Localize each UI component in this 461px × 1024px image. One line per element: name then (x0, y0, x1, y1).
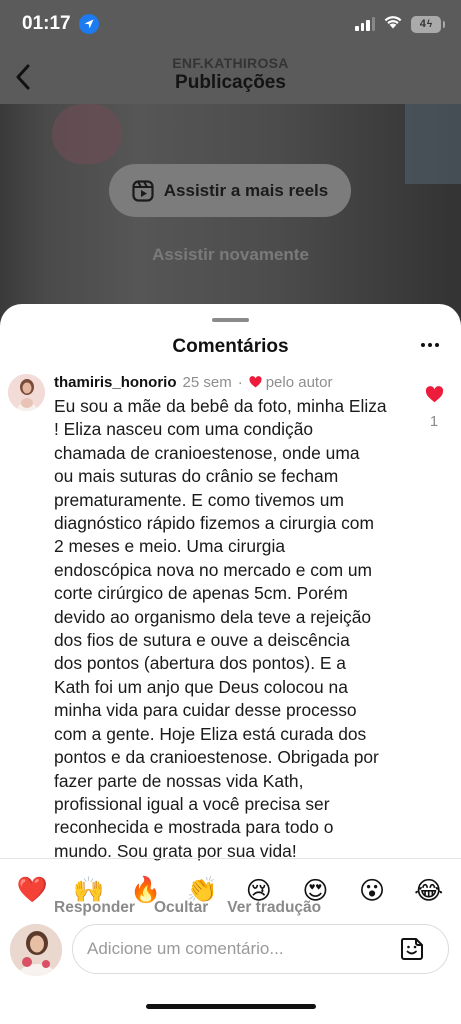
account-name: ENF.KATHIROSA (172, 55, 289, 71)
comment-line: chamada de cranioestenose, onde uma (54, 442, 360, 463)
comment-input[interactable] (87, 925, 387, 973)
comment-line: corte cirúrgico de apenas 5cm. Porém (54, 583, 348, 604)
sticker-icon[interactable] (399, 936, 425, 962)
reel-video-detail (405, 104, 461, 184)
emoji-clapping-hands[interactable]: 👏 (182, 875, 222, 905)
status-bar: 01:17 4ϟ (0, 0, 461, 48)
comment-line: 2 meses e meio. Uma cirurgia (54, 536, 285, 557)
comment-line: minha vida para cuidar desse processo (54, 700, 357, 721)
emoji-red-heart[interactable]: ❤️ (12, 875, 52, 905)
like-count: 1 (429, 413, 439, 430)
divider (0, 858, 461, 859)
comment-line: ou mais suturas do crânio se fecham (54, 466, 339, 487)
comment-line: dos fios de sutura e ouve a deiscência (54, 630, 350, 651)
emoji-reaction-bar: ❤️ 🙌 🔥 👏 😢 😍 😮 😂 (0, 870, 461, 910)
reel-video-detail (52, 104, 122, 164)
emoji-surprised-face[interactable]: 😮 (352, 876, 392, 905)
home-indicator (146, 1004, 316, 1009)
reels-icon (132, 179, 154, 202)
emoji-crying-face[interactable]: 😢 (239, 876, 279, 905)
reels-button-label: Assistir a mais reels (163, 180, 329, 200)
emoji-fire[interactable]: 🔥 (126, 875, 166, 905)
comment-line: ! Eliza nasceu com uma condição (54, 419, 314, 440)
comment-line: Kath foi um anjo que Deus colocou na (54, 676, 348, 697)
emoji-raising-hands[interactable]: 🙌 (69, 875, 109, 905)
watch-more-reels-button[interactable]: Assistir a mais reels (109, 164, 351, 217)
comment-header: thamiris_honorio 25 sem · pelo autor (54, 372, 332, 392)
comment-line: diagnóstico rápido fizemos a cirurgia co… (54, 513, 374, 534)
comment-line: pontos e da cranioestenose. Obrigada por (54, 747, 379, 768)
heart-icon (249, 376, 262, 388)
comment-like: 1 (422, 386, 446, 430)
wifi-icon (383, 14, 403, 34)
battery-icon: 4ϟ (411, 15, 445, 33)
comment-line: prematuramente. E como tivemos um (54, 489, 344, 510)
comment-line: dos pontos (abertura dos pontos). E a (54, 653, 346, 674)
avatar[interactable] (8, 374, 45, 411)
battery-level: 4 (419, 18, 426, 30)
sheet-title: Comentários (172, 336, 289, 357)
sheet-drag-handle[interactable] (212, 318, 249, 322)
comment-username[interactable]: thamiris_honorio (54, 374, 177, 391)
emoji-heart-eyes[interactable]: 😍 (295, 876, 335, 905)
heart-icon[interactable] (425, 386, 444, 403)
comment-time: 25 sem (182, 373, 232, 391)
liked-by-author-label: pelo autor (265, 373, 333, 391)
emoji-tears-of-joy[interactable]: 😂 (409, 876, 449, 905)
comment-line: com a gente. Hoje Eliza está curada dos (54, 723, 367, 744)
nav-header: ENF.KATHIROSA Publicações (0, 52, 461, 102)
comment-line: devido ao organismo dela teve a rejeição (54, 606, 372, 627)
separator: · (237, 373, 243, 391)
comment-line: reconhecida e mostrada para todo o (54, 817, 334, 838)
status-time: 01:17 (22, 13, 71, 34)
avatar (10, 924, 62, 976)
post-background: 01:17 4ϟ ENF.KATHIROSA Publicações Assis… (0, 0, 461, 330)
comment-input-box (72, 924, 449, 974)
comment-text: Eu sou a mãe da bebê da foto, minha Eliz… (54, 395, 404, 863)
more-icon[interactable] (414, 334, 446, 356)
comment-line: fazer parte de nossas vida Kath, (54, 770, 304, 791)
signal-icon (355, 17, 375, 31)
comment-line: endoscópica nova no mercado e com um (54, 559, 373, 580)
comment-input-row (0, 922, 461, 978)
location-arrow-icon (78, 14, 99, 34)
comment-line: profissional igual a você precisa ser (54, 793, 330, 814)
page-title: Publicações (175, 72, 286, 93)
comments-sheet: Comentários thamiris_honorio 25 sem · pe… (0, 304, 461, 1024)
watch-again-button[interactable]: Assistir novamente (0, 245, 461, 265)
comment-line: Eu sou a mãe da bebê da foto, minha Eliz… (54, 396, 387, 416)
comment-line: mundo. Sou grata por sua vida! (54, 840, 297, 861)
liked-by-author: pelo autor (249, 373, 333, 391)
